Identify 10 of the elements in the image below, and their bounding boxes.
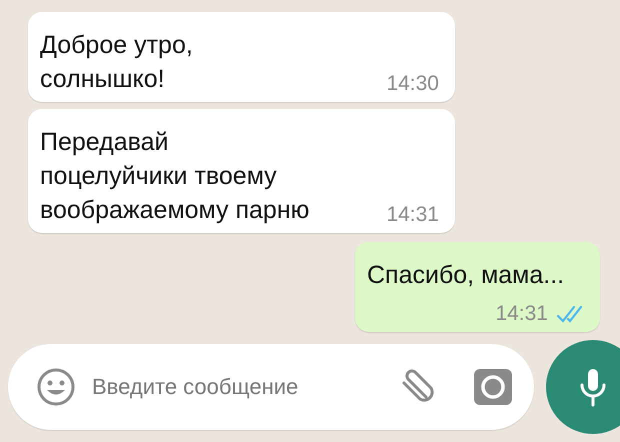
message-time: 14:31 xyxy=(386,203,439,227)
message-time: 14:30 xyxy=(386,72,439,96)
message-text: Доброе утро, солнышко! xyxy=(40,30,193,95)
message-text: Передавай поцелуйчики твоему воображаемому парню xyxy=(40,127,310,226)
microphone-icon xyxy=(578,367,608,407)
camera-icon[interactable] xyxy=(474,369,512,405)
message-time: 14:31 xyxy=(495,302,548,326)
message-text: Спасибо, мама... xyxy=(367,260,564,291)
smiley-icon[interactable] xyxy=(36,367,76,407)
message-input-field[interactable]: Введите сообщение xyxy=(90,373,382,401)
